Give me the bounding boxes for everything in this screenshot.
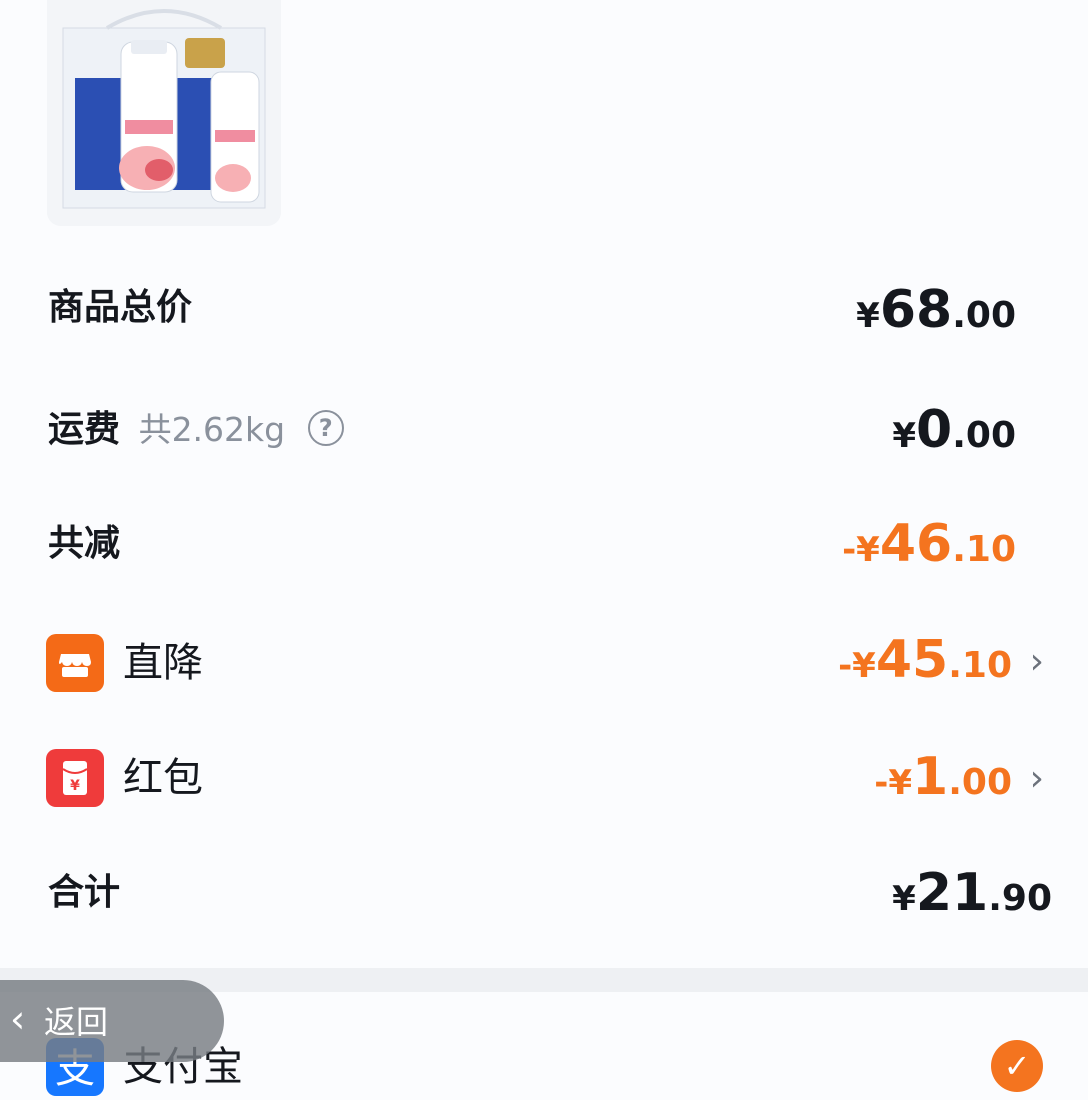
total-goods-label: 商品总价: [48, 287, 193, 328]
total-goods-price: ¥68.00: [856, 280, 1016, 340]
check-circle-icon[interactable]: ✓: [991, 1040, 1043, 1092]
red-packet-label: 红包: [123, 755, 203, 801]
red-packet-amount: -¥1.00: [874, 747, 1012, 807]
back-button[interactable]: ‹ 返回: [0, 980, 224, 1062]
shipping-price: ¥0.00: [892, 400, 1016, 460]
grand-total-label: 合计: [48, 872, 121, 913]
svg-text:¥: ¥: [70, 778, 80, 794]
grand-total-price: ¥21.90: [892, 863, 1052, 923]
direct-discount-label: 直降: [123, 640, 203, 686]
direct-discount-amount: -¥45.10: [838, 630, 1012, 690]
product-box-illustration: [47, 0, 281, 226]
chevron-right-icon[interactable]: ›: [1030, 757, 1044, 801]
chevron-left-icon: ‹: [10, 997, 26, 1041]
red-packet-icon: ¥: [46, 749, 104, 807]
shipping-label: 运费 共2.62kg ?: [48, 408, 344, 452]
total-discount-label: 共减: [48, 523, 121, 564]
store-icon: [46, 634, 104, 692]
product-image[interactable]: [47, 0, 281, 226]
question-circle-icon[interactable]: ?: [307, 410, 344, 446]
total-discount-amount: -¥46.10: [842, 514, 1016, 574]
shipping-weight: 共2.62kg: [138, 410, 286, 449]
back-label: 返回: [44, 1003, 109, 1041]
chevron-right-icon[interactable]: ›: [1030, 640, 1044, 684]
